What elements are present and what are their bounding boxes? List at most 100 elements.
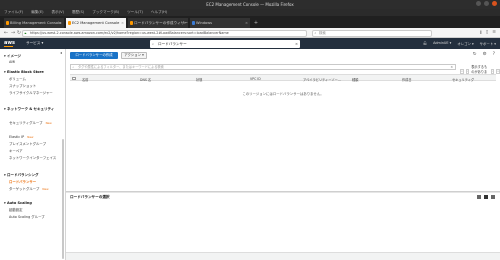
notifications-icon[interactable]: 🔔︎ (423, 41, 427, 46)
support-menu[interactable]: サポート ▾ (480, 41, 496, 46)
sidebar-item-target-groups[interactable]: ターゲットグループ New (9, 187, 61, 191)
panel-splitter[interactable] (66, 191, 500, 193)
close-tab-icon[interactable]: × (121, 18, 124, 28)
window-title: EC2 Management Console — Mozilla Firefox (206, 2, 294, 7)
clear-filter-icon[interactable]: × (450, 65, 453, 69)
close-window-button[interactable] (492, 1, 497, 6)
aws-logo[interactable]: aws (4, 40, 15, 47)
sidebar-section-network-security[interactable]: ▾ ネットワーク & セキュリティ (4, 107, 62, 111)
account-menu[interactable]: AdminUE ▾ (433, 41, 451, 46)
sidebar-scrollbar[interactable] (62, 139, 64, 259)
ec2-sidebar: ◂ ▾ イメージ AMI ▾ Elastic Block Store ボリューム… (0, 49, 66, 260)
sidebar-item-elastic-ip[interactable]: Elastic IP New (9, 135, 61, 139)
new-tab-button[interactable]: + (252, 18, 260, 28)
column-dns-name[interactable]: DNS 名 (140, 77, 151, 82)
sidebar-item-load-balancers[interactable]: ロードバランサー (9, 180, 61, 184)
menu-view[interactable]: 表示(V) (52, 9, 64, 16)
tab-label: Billing Management Console (10, 21, 62, 25)
sidebar-section-auto-scaling[interactable]: ▾ Auto Scaling (4, 201, 32, 205)
column-created[interactable]: 作成日 (402, 77, 412, 82)
region-menu[interactable]: オレゴン ▾ (457, 41, 473, 46)
sidebar-item-network-interfaces[interactable]: ネットワークインターフェイス (9, 156, 61, 160)
tab-billing[interactable]: Billing Management Console × (4, 18, 64, 28)
menu-edit[interactable]: 編集(E) (31, 9, 43, 16)
clear-search-icon[interactable]: × (295, 40, 298, 48)
sidebar-toggle-icon[interactable]: ▯ (486, 30, 488, 36)
panel-top-icons: ↻ ⚙ ? (473, 52, 495, 57)
detail-pane-title: ロードバランサーの選択 (70, 195, 110, 199)
layout-bottom-icon[interactable] (477, 195, 481, 199)
menu-history[interactable]: 履歴(S) (72, 9, 84, 16)
actions-dropdown[interactable]: アクション ▾ (121, 52, 147, 59)
column-state[interactable]: 状態 (196, 77, 202, 82)
select-all-checkbox[interactable] (72, 76, 76, 80)
tab-windows[interactable]: Windows × (190, 18, 250, 28)
maximize-button[interactable] (484, 1, 489, 6)
window-controls (476, 1, 497, 6)
pane-layout-icons (477, 195, 495, 199)
refresh-icon[interactable]: ↻ (473, 52, 477, 57)
sidebar-item-ami[interactable]: AMI (9, 60, 61, 64)
filter-placeholder: タグや属性によるフィルター、またはキーワードによる検索 (78, 65, 164, 69)
sidebar-item-label: ターゲットグループ (9, 187, 40, 191)
console-footer (66, 252, 500, 260)
tab-strip: Billing Management Console × EC2 Managem… (0, 16, 500, 28)
lock-icon: 🔒︎ (24, 31, 27, 35)
sidebar-section-ebs[interactable]: ▾ Elastic Block Store (4, 70, 44, 74)
search-icon: ⌕ (72, 65, 75, 69)
menu-tools[interactable]: ツール(T) (127, 9, 143, 16)
browser-search-input[interactable]: ⌕ 検索 (312, 29, 432, 37)
library-icon[interactable]: ⫴ (480, 30, 482, 36)
sidebar-section-images[interactable]: ▾ イメージ (4, 54, 21, 59)
url-bar[interactable]: 🔒︎ https://us-west-2.console.aws.amazon.… (22, 29, 307, 37)
window-title-bar: EC2 Management Console — Mozilla Firefox (0, 0, 500, 9)
sidebar-section-load-balancing[interactable]: ▾ ロードバランシング (4, 173, 38, 178)
new-badge: New (45, 121, 52, 125)
aws-search-input[interactable]: ⌕ ロードバランサー × (150, 39, 300, 48)
tab-lb-wizard[interactable]: ロードバランサーの作成ウィザー × (128, 18, 188, 28)
last-page-icon[interactable]: » (496, 69, 500, 74)
settings-icon[interactable]: ⚙ (483, 52, 487, 57)
column-availability-zones[interactable]: アベイラビリティーゾー... (303, 77, 341, 82)
close-tab-icon[interactable]: × (245, 18, 248, 28)
back-icon[interactable]: ← (3, 30, 9, 36)
help-icon[interactable]: ? (493, 52, 495, 57)
new-badge: New (27, 135, 34, 139)
layout-side-icon[interactable] (484, 195, 488, 199)
sidebar-item-lifecycle-manager[interactable]: ライフサイクルマネージャー (9, 91, 61, 95)
sidebar-item-volumes[interactable]: ボリューム (9, 77, 61, 81)
windows-favicon-icon (191, 21, 195, 25)
sidebar-item-label: セキュリティグループ (9, 121, 43, 125)
minimize-button[interactable] (476, 1, 481, 6)
column-type[interactable]: 種類 (352, 77, 358, 82)
create-load-balancer-button[interactable]: ロードバランサーの作成 (70, 52, 118, 59)
column-vpc-id[interactable]: VPC ID (250, 77, 261, 81)
sidebar-item-snapshots[interactable]: スナップショット (9, 84, 61, 88)
menu-file[interactable]: ファイル(F) (4, 9, 23, 16)
tab-ec2-console[interactable]: EC2 Management Console × (66, 18, 126, 28)
column-name[interactable]: 名前 (82, 77, 88, 82)
menu-bar: ファイル(F) 編集(E) 表示(V) 履歴(S) ブックマーク(B) ツール(… (0, 9, 500, 16)
close-tab-icon[interactable]: × (59, 18, 62, 28)
sidebar-item-launch-configurations[interactable]: 起動設定 (9, 208, 61, 212)
sidebar-item-key-pairs[interactable]: キーペア (9, 149, 61, 153)
search-icon: ⌕ (152, 41, 155, 46)
sidebar-item-auto-scaling-groups[interactable]: Auto Scaling グループ (9, 215, 61, 219)
menu-icon[interactable]: ≡ (492, 30, 496, 36)
menu-help[interactable]: ヘルプ(H) (151, 9, 167, 16)
close-tab-icon[interactable]: × (183, 18, 186, 28)
menu-bookmarks[interactable]: ブックマーク(B) (92, 9, 119, 16)
url-text: https://us-west-2.console.aws.amazon.com… (30, 30, 229, 35)
services-menu[interactable]: サービス ▾ (26, 41, 43, 46)
layout-full-icon[interactable] (491, 195, 495, 199)
tab-label: ロードバランサーの作成ウィザー (134, 21, 188, 25)
filter-input[interactable]: ⌕ タグや属性によるフィルター、またはキーワードによる検索 × (70, 64, 456, 70)
sidebar-item-placement-groups[interactable]: プレイスメントグループ (9, 142, 61, 146)
search-icon: ⌕ (314, 30, 317, 35)
column-security-groups[interactable]: セキュリティグ (452, 77, 474, 82)
aws-header: aws サービス ▾ ⌕ ロードバランサー × 🔔︎ AdminUE ▾ オレゴ… (0, 38, 500, 49)
collapse-sidebar-icon[interactable]: ◂ (60, 50, 64, 55)
tab-label: Windows (196, 21, 213, 25)
table-header: 名前 DNS 名 状態 VPC ID アベイラビリティーゾー... 種類 作成日… (70, 74, 496, 82)
sidebar-item-security-groups[interactable]: セキュリティグループ New (9, 121, 61, 125)
